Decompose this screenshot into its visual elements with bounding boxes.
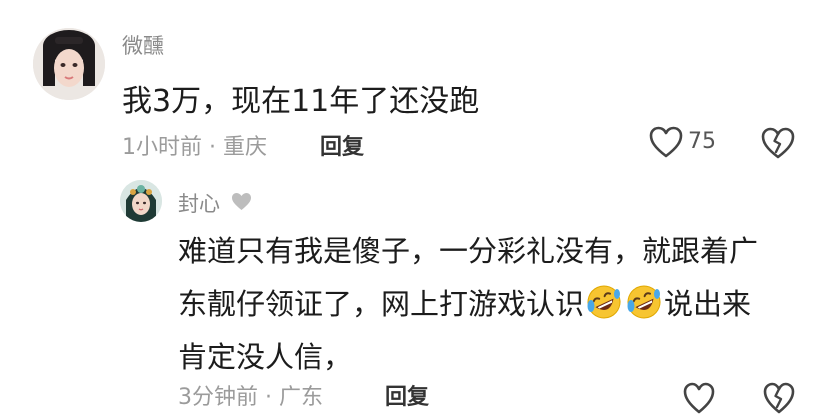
comment-time: 3分钟前: [178, 385, 258, 410]
heart-outline-icon: [683, 382, 715, 414]
like-button[interactable]: [648, 125, 684, 159]
meta-separator: ·: [265, 385, 272, 410]
dislike-button[interactable]: [760, 125, 796, 161]
avatar-photo-icon: [120, 180, 162, 222]
heart-outline-icon: [649, 126, 683, 158]
reply-button[interactable]: 回复: [320, 129, 364, 161]
like-button[interactable]: [682, 378, 716, 419]
dislike-button[interactable]: [762, 378, 796, 419]
comment-location: 重庆: [223, 135, 268, 160]
comment-line-text: 东靓仔领证了，网上打游戏认识: [178, 287, 585, 321]
avatar[interactable]: [120, 180, 162, 222]
comment-time: 1小时前: [122, 135, 202, 160]
avatar[interactable]: [33, 28, 105, 100]
comment-meta: 3分钟前 · 广东: [178, 379, 323, 411]
comment-username[interactable]: 封心: [178, 188, 220, 218]
broken-heart-icon: [761, 127, 795, 159]
comment-location: 广东: [279, 385, 324, 410]
comment-line: 东靓仔领证了，网上打游戏认识 说出来: [178, 278, 808, 331]
like-count: 75: [688, 129, 716, 154]
comment-meta: 1小时前 · 重庆: [122, 129, 267, 161]
broken-heart-icon: [763, 382, 795, 414]
avatar-photo-icon: [33, 28, 105, 100]
meta-separator: ·: [209, 135, 216, 160]
comment-line-text: 说出来: [664, 287, 752, 321]
rolling-on-floor-laughing-emoji: [627, 285, 661, 319]
reply-button[interactable]: 回复: [385, 379, 429, 411]
comment-text: 难道只有我是傻子，一分彩礼没有，就跟着广 东靓仔领证了，网上打游戏认识 说出来 …: [178, 225, 808, 384]
comment-username[interactable]: 微醺: [122, 30, 164, 60]
comment-text: 我3万，现在11年了还没跑: [122, 84, 480, 119]
rolling-on-floor-laughing-emoji: [587, 285, 621, 319]
comment-line: 肯定没人信，: [178, 340, 353, 374]
gray-heart-icon: [232, 193, 251, 210]
user-badge: [231, 192, 252, 211]
comment-line: 难道只有我是傻子，一分彩礼没有，就跟着广: [178, 234, 759, 268]
